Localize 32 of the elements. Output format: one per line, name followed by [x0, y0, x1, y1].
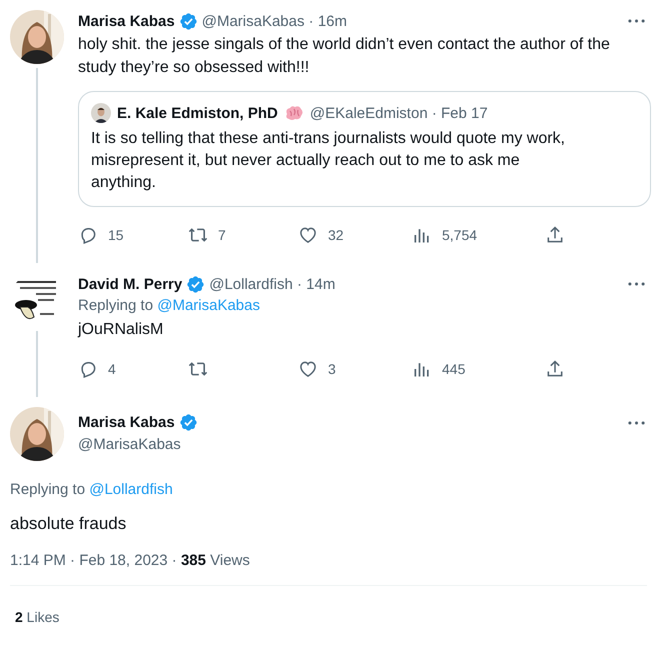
tweet-text: holy shit. the jesse singals of the world didn’t even contact the author of the study they’re so obsessed with!!! [78, 35, 611, 78]
like-count: 3 [328, 361, 336, 377]
retweet-count: 7 [218, 227, 226, 243]
more-options-icon[interactable] [628, 421, 645, 425]
reply-count: 4 [108, 361, 116, 377]
replying-to-text: Replying to @MarisaKabas [78, 296, 261, 316]
quoted-author-name: E. Kale Edmiston, PhD [117, 104, 278, 122]
handle-and-time: @Lollardfish · 14m [209, 276, 336, 292]
handle-and-time: @MarisaKabas · 16m [202, 12, 347, 30]
author-name[interactable]: David M. Perry [78, 276, 182, 292]
author-name[interactable]: Marisa Kabas [78, 12, 175, 30]
tweet-text: absolute frauds [10, 514, 128, 534]
replying-to-text: Replying to @Lollardfish [10, 480, 174, 500]
tweet-timestamp-and-views: 1:14 PM · Feb 18, 2023 · 385 Views [10, 552, 251, 569]
author-name[interactable]: Marisa Kabas [78, 414, 175, 430]
share-icon[interactable] [545, 359, 565, 379]
more-options-icon[interactable] [628, 282, 645, 286]
author-handle: @MarisaKabas [78, 435, 182, 455]
share-icon[interactable] [545, 225, 565, 245]
like-count: 32 [328, 227, 344, 243]
heart-icon[interactable] [298, 225, 318, 245]
view-count: 445 [442, 361, 466, 377]
tweet-text: jOuRNalisM [78, 320, 164, 340]
view-count: 5,754 [442, 227, 478, 243]
quoted-tweet-card[interactable]: E. Kale Edmiston, PhD @EKaleEdmiston · Feb 17 It is so telling that these anti-trans journalists would quote my work, misrepresent it, but never actually reach out to me to ask me anything. [78, 91, 651, 207]
heart-icon[interactable] [298, 359, 318, 379]
likes-count[interactable]: 2 Likes [10, 609, 647, 625]
quoted-handle-and-date: @EKaleEdmiston · Feb 17 [310, 104, 488, 122]
reply-count: 15 [108, 227, 124, 243]
more-options-icon[interactable] [628, 19, 645, 23]
quoted-tweet-text: It is so telling that these anti-trans journalists would quote my work, misrepresent it, but never actually reach out to me to ask me anything. [91, 129, 566, 193]
brain-icon [284, 105, 304, 121]
